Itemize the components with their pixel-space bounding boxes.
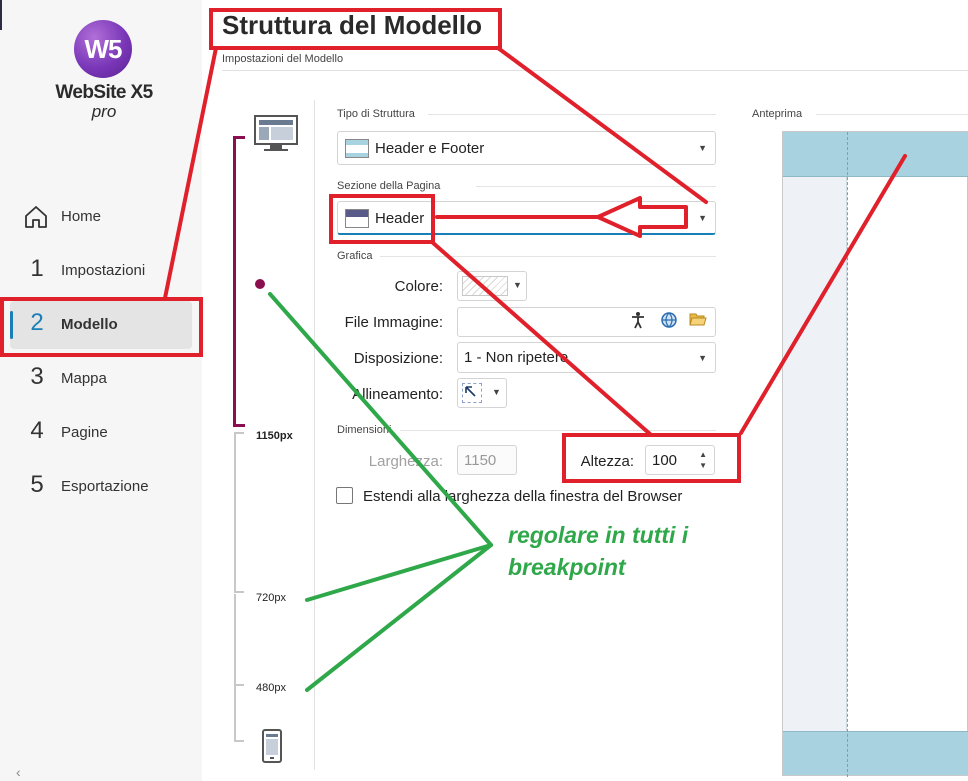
ruler-separator xyxy=(314,100,315,770)
web-globe-icon[interactable] xyxy=(660,311,678,334)
sidebar-item-label: Mappa xyxy=(61,370,107,387)
chevron-down-icon: ▼ xyxy=(698,353,707,363)
breakpoint-label[interactable]: 1150px xyxy=(256,430,293,442)
chevron-down-icon: ▼ xyxy=(513,280,522,290)
stretch-browser-label[interactable]: Estendi alla larghezza della finestra de… xyxy=(363,488,682,505)
image-file-label: File Immagine: xyxy=(344,314,443,331)
sidebar-item-label: Pagine xyxy=(61,424,108,441)
collapse-sidebar-icon[interactable]: ‹ xyxy=(16,764,21,780)
alignment-label: Allineamento: xyxy=(352,386,443,403)
section-label-page-section: Sezione della Pagina xyxy=(337,180,441,192)
stretch-browser-checkbox[interactable] xyxy=(336,487,353,504)
header-divider xyxy=(222,70,968,71)
step-number: 4 xyxy=(30,417,44,444)
preview-side-margin xyxy=(783,177,847,732)
logo-badge: W5 xyxy=(74,20,132,78)
annotation-box-header xyxy=(329,194,435,244)
app-logo: W5 WebSite X5 pro xyxy=(54,20,164,130)
step-number: 5 xyxy=(30,471,44,498)
transparent-color-swatch xyxy=(462,276,508,296)
layout-select[interactable]: 1 - Non ripetere ▼ xyxy=(457,342,716,373)
breakpoint-tick xyxy=(234,432,244,434)
section-line xyxy=(428,114,716,115)
color-picker-button[interactable]: ▼ xyxy=(457,271,527,301)
section-line xyxy=(380,256,716,257)
breakpoint-handle[interactable] xyxy=(255,279,265,289)
annotation-box-height xyxy=(562,433,741,483)
sidebar-item-label: Impostazioni xyxy=(61,262,146,279)
section-label-dimensions: Dimensioni xyxy=(337,424,392,436)
logo-name: WebSite X5 xyxy=(55,82,153,103)
width-value: 1150 xyxy=(464,452,497,469)
breakpoint-tick xyxy=(234,740,244,742)
sidebar-item-home[interactable]: Home xyxy=(10,193,192,241)
section-label-graphics: Grafica xyxy=(337,250,373,262)
chevron-down-icon: ▼ xyxy=(698,213,707,223)
header-footer-icon xyxy=(345,139,369,158)
section-line xyxy=(400,430,716,431)
sidebar: W5 WebSite X5 pro Home 1 Impostazioni 2 … xyxy=(0,0,202,781)
alignment-button[interactable]: ▼ xyxy=(457,378,507,408)
home-icon xyxy=(25,206,47,228)
preview-header xyxy=(783,132,968,177)
structure-type-select[interactable]: Header e Footer ▼ xyxy=(337,131,716,165)
width-label: Larghezza: xyxy=(368,453,443,470)
annotation-line-1: regolare in tutti i xyxy=(508,522,689,548)
step-number: 3 xyxy=(30,363,44,390)
breakpoint-range-tablet xyxy=(234,432,236,592)
folder-open-icon[interactable] xyxy=(689,311,707,332)
color-label: Colore: xyxy=(394,278,443,295)
section-line xyxy=(476,186,716,187)
template-preview xyxy=(782,131,968,777)
section-label-structure: Tipo di Struttura xyxy=(337,108,415,120)
sidebar-item-impostazioni[interactable]: 1 Impostazioni xyxy=(10,247,192,295)
window-edge xyxy=(0,0,2,30)
breakpoint-range-mobile xyxy=(234,686,236,742)
structure-type-value: Header e Footer xyxy=(375,140,485,157)
step-number: 1 xyxy=(30,255,44,282)
sidebar-item-label: Esportazione xyxy=(61,478,149,495)
annotation-box-title xyxy=(209,8,502,50)
breakpoint-range-desktop xyxy=(233,136,236,427)
logo-sub: pro xyxy=(91,102,117,121)
sidebar-item-esportazione[interactable]: 5 Esportazione xyxy=(10,463,192,511)
annotation-note: regolare in tutti i breakpoint xyxy=(508,519,748,583)
sidebar-item-label: Home xyxy=(61,208,102,225)
breakpoint-tick xyxy=(234,591,244,593)
page-subtitle: Impostazioni del Modello xyxy=(222,53,344,65)
phone-icon[interactable] xyxy=(262,729,282,763)
breakpoint-label[interactable]: 720px xyxy=(256,592,286,604)
align-top-left-icon xyxy=(462,383,482,403)
section-line xyxy=(816,114,968,115)
annotation-box-modello xyxy=(0,297,203,357)
breakpoint-tick xyxy=(233,424,245,427)
width-field: 1150 xyxy=(457,445,517,475)
breakpoint-range-small xyxy=(234,594,236,684)
annotation-line-2: breakpoint xyxy=(508,554,626,580)
layout-label: Disposizione: xyxy=(353,350,443,367)
accessibility-icon[interactable] xyxy=(630,311,646,334)
monitor-icon[interactable] xyxy=(254,115,298,153)
sidebar-item-pagine[interactable]: 4 Pagine xyxy=(10,409,192,457)
chevron-down-icon: ▼ xyxy=(492,387,501,397)
breakpoint-label[interactable]: 480px xyxy=(256,682,286,694)
layout-value: 1 - Non ripetere xyxy=(464,349,569,366)
preview-guide-line xyxy=(847,132,848,777)
preview-label: Anteprima xyxy=(752,108,803,120)
sidebar-item-mappa[interactable]: 3 Mappa xyxy=(10,355,192,403)
chevron-down-icon: ▼ xyxy=(698,143,707,153)
preview-footer xyxy=(783,731,968,775)
